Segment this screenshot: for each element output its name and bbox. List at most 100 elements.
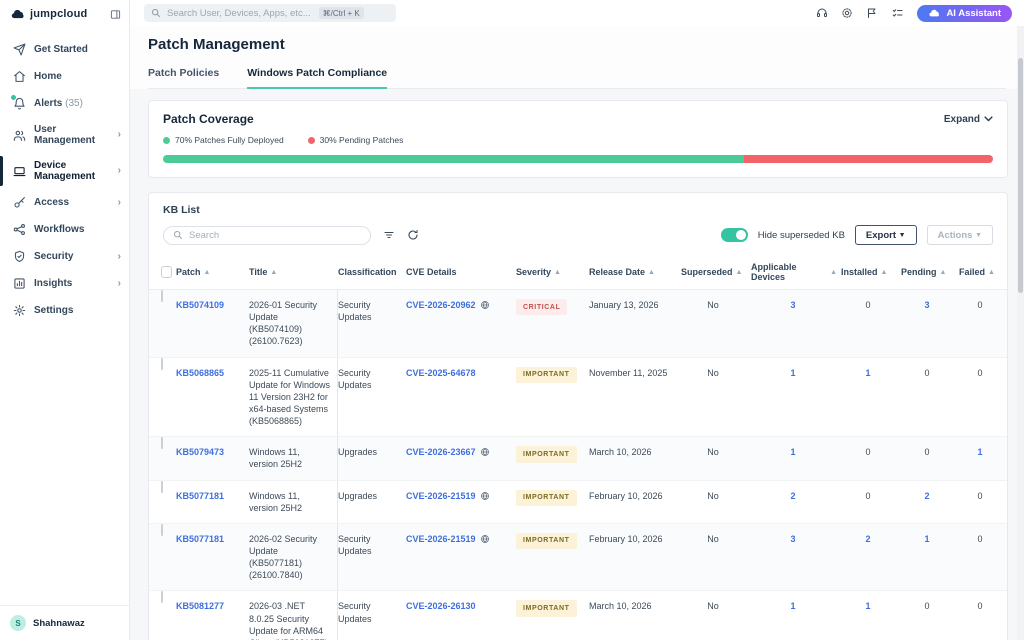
- column-header-superseded[interactable]: Superseded▲: [681, 267, 751, 277]
- tab-patch-policies[interactable]: Patch Policies: [148, 67, 219, 89]
- sidebar-item-get-started[interactable]: Get Started: [0, 36, 129, 63]
- filter-icon[interactable]: [383, 229, 395, 241]
- patch-link[interactable]: KB5074109: [176, 300, 224, 310]
- cve-link[interactable]: CVE-2026-26130: [406, 600, 476, 612]
- cve-link[interactable]: CVE-2026-23667: [406, 446, 476, 458]
- pending-count[interactable]: 1: [901, 524, 959, 554]
- alerts-icon: [13, 97, 26, 110]
- applicable-devices-count[interactable]: 1: [751, 437, 841, 467]
- cve-globe-icon[interactable]: [480, 447, 490, 457]
- global-search-input[interactable]: Search User, Devices, Apps, etc... ⌘/Ctr…: [144, 4, 396, 22]
- installed-count[interactable]: 1: [841, 591, 901, 621]
- scrollbar-track[interactable]: [1017, 26, 1024, 640]
- sort-arrow-icon: ▲: [648, 269, 655, 276]
- cve-globe-icon[interactable]: [480, 534, 490, 544]
- applicable-devices-count[interactable]: 1: [751, 358, 841, 388]
- sidebar-item-workflows[interactable]: Workflows: [0, 216, 129, 243]
- patch-link[interactable]: KB5079473: [176, 447, 224, 457]
- cve-link[interactable]: CVE-2026-21519: [406, 490, 476, 502]
- applicable-devices-count[interactable]: 3: [751, 290, 841, 320]
- devices-icon: [13, 165, 26, 178]
- chevron-right-icon: ›: [118, 252, 121, 262]
- ai-assistant-button[interactable]: AI Assistant: [917, 5, 1012, 22]
- release-date: February 10, 2026: [589, 481, 681, 511]
- column-header-patch[interactable]: Patch▲: [176, 267, 249, 277]
- failed-count: 0: [959, 481, 1007, 511]
- avatar: S: [10, 615, 26, 631]
- sidebar-item-label: Alerts (35): [34, 98, 83, 109]
- row-checkbox[interactable]: [161, 290, 163, 302]
- table-header: Patch▲Title▲ClassificationCVE DetailsSev…: [149, 255, 1007, 290]
- cve-link[interactable]: CVE-2026-21519: [406, 533, 476, 545]
- row-checkbox[interactable]: [161, 524, 163, 536]
- pending-count[interactable]: 2: [901, 481, 959, 511]
- column-header-failed[interactable]: Failed▲: [959, 267, 1007, 277]
- actions-button[interactable]: Actions ▼: [927, 225, 993, 245]
- sidebar-item-insights[interactable]: Insights›: [0, 270, 129, 297]
- column-header-pending[interactable]: Pending▲: [901, 267, 959, 277]
- table-body: KB50741092026-01 Security Update (KB5074…: [149, 290, 1007, 640]
- headset-icon[interactable]: [816, 7, 828, 19]
- get-started-icon: [13, 43, 26, 56]
- classification: Security Updates: [338, 591, 406, 633]
- sort-arrow-icon: ▲: [270, 269, 277, 276]
- row-checkbox[interactable]: [161, 358, 163, 370]
- export-button[interactable]: Export ▼: [855, 225, 917, 245]
- scrollbar-thumb[interactable]: [1018, 58, 1023, 293]
- applicable-devices-count[interactable]: 1: [751, 591, 841, 621]
- cve-link[interactable]: CVE-2025-64678: [406, 367, 476, 379]
- superseded: No: [681, 481, 751, 511]
- sidebar-item-home[interactable]: Home: [0, 63, 129, 90]
- expand-button[interactable]: Expand: [944, 114, 993, 125]
- row-checkbox[interactable]: [161, 437, 163, 449]
- patch-link[interactable]: KB5077181: [176, 491, 224, 501]
- topbar-actions: AI Assistant: [816, 5, 1012, 22]
- expand-label: Expand: [944, 114, 980, 125]
- checklist-icon[interactable]: [891, 7, 904, 19]
- sort-arrow-icon: ▲: [830, 269, 837, 276]
- cve-link[interactable]: CVE-2026-20962: [406, 299, 476, 311]
- pending-count[interactable]: 3: [901, 290, 959, 320]
- sidebar-user[interactable]: S Shahnawaz: [0, 605, 129, 640]
- flag-icon[interactable]: [866, 7, 878, 19]
- select-all-checkbox[interactable]: [161, 266, 172, 278]
- installed-count[interactable]: 2: [841, 524, 901, 554]
- sidebar-item-alerts[interactable]: Alerts (35): [0, 90, 129, 117]
- row-checkbox[interactable]: [161, 481, 163, 493]
- refresh-icon[interactable]: [407, 229, 419, 241]
- severity-badge: IMPORTANT: [516, 490, 577, 506]
- cve-globe-icon[interactable]: [480, 491, 490, 501]
- sort-arrow-icon: ▲: [881, 269, 888, 276]
- sidebar-item-security[interactable]: Security›: [0, 243, 129, 270]
- row-checkbox[interactable]: [161, 591, 163, 603]
- kb-search-input[interactable]: Search: [163, 226, 371, 245]
- column-header-applicable-devices[interactable]: Applicable Devices▲: [751, 262, 841, 282]
- sidebar-item-user-management[interactable]: User Management›: [0, 117, 129, 153]
- sidebar-item-settings[interactable]: Settings: [0, 297, 129, 324]
- sidebar-item-device-management[interactable]: Device Management›: [0, 153, 129, 189]
- column-header-title[interactable]: Title▲: [249, 267, 338, 277]
- table-row: KB50812772026-03 .NET 8.0.25 Security Up…: [149, 591, 1007, 640]
- collapse-sidebar-icon[interactable]: [110, 9, 121, 20]
- column-header-classification: Classification: [338, 267, 406, 277]
- applicable-devices-count[interactable]: 3: [751, 524, 841, 554]
- patch-link[interactable]: KB5077181: [176, 534, 224, 544]
- column-header-installed[interactable]: Installed▲: [841, 267, 901, 277]
- failed-count[interactable]: 1: [959, 437, 1007, 467]
- patch-link[interactable]: KB5081277: [176, 601, 224, 611]
- patch-link[interactable]: KB5068865: [176, 368, 224, 378]
- installed-count[interactable]: 1: [841, 358, 901, 388]
- logo-text: jumpcloud: [30, 8, 87, 20]
- column-header-severity[interactable]: Severity▲: [516, 267, 589, 277]
- page-title: Patch Management: [148, 36, 1006, 53]
- users-icon: [13, 129, 26, 142]
- hide-superseded-toggle[interactable]: [721, 228, 748, 242]
- shield-icon: [13, 250, 26, 263]
- cve-globe-icon[interactable]: [480, 300, 490, 310]
- sidebar-item-access[interactable]: Access›: [0, 189, 129, 216]
- column-header-release-date[interactable]: Release Date▲: [589, 267, 681, 277]
- applicable-devices-count[interactable]: 2: [751, 481, 841, 511]
- tab-windows-patch-compliance[interactable]: Windows Patch Compliance: [247, 67, 387, 89]
- app-window: jumpcloud Get StartedHome Alerts (35) User…: [0, 0, 1024, 640]
- gear-icon[interactable]: [841, 7, 853, 19]
